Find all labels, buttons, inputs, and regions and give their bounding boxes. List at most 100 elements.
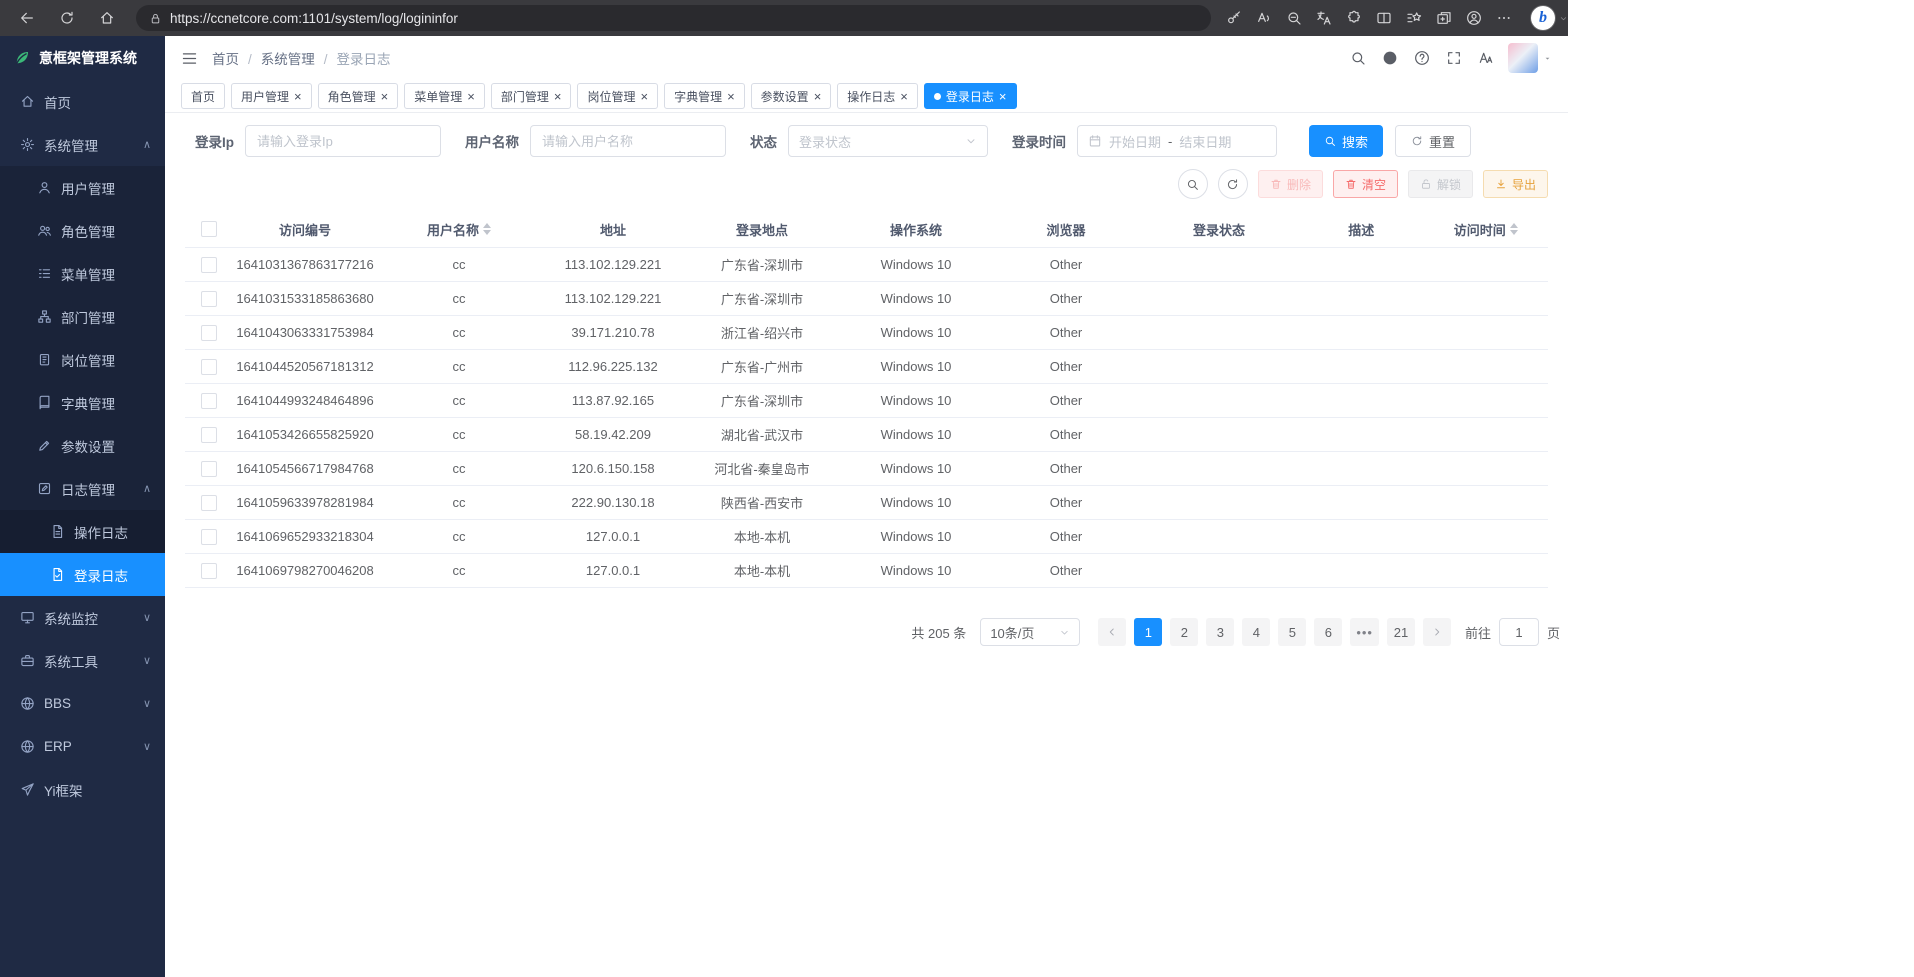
row-checkbox[interactable]: [201, 257, 217, 273]
page-button[interactable]: 1: [1134, 618, 1162, 646]
avatar-caret-icon[interactable]: [1543, 54, 1552, 63]
lock-icon[interactable]: [149, 12, 162, 25]
column-header[interactable]: 浏览器: [993, 211, 1139, 248]
address-bar[interactable]: https://ccnetcore.com:1101/system/log/lo…: [136, 5, 1211, 31]
table-row[interactable]: 1641059633978281984 cc 222.90.130.18 陕西省…: [185, 486, 1548, 520]
search-button[interactable]: 搜索: [1309, 125, 1383, 157]
browser-action-icon[interactable]: [1309, 4, 1339, 32]
user-avatar[interactable]: [1508, 43, 1538, 73]
browser-action-icon[interactable]: [1429, 4, 1459, 32]
page-button[interactable]: 6: [1314, 618, 1342, 646]
close-icon[interactable]: [640, 90, 648, 103]
sidebar-item[interactable]: 系统管理: [0, 123, 165, 166]
browser-action-icon[interactable]: [1369, 4, 1399, 32]
table-row[interactable]: 1641031533185863680 cc 113.102.129.221 广…: [185, 282, 1548, 316]
sidebar-item[interactable]: 日志管理: [0, 467, 165, 510]
date-range-picker[interactable]: 开始日期 - 结束日期: [1077, 125, 1277, 157]
chevron-down-icon[interactable]: [1559, 14, 1568, 23]
sidebar-item[interactable]: Yi框架: [0, 768, 165, 811]
page-button[interactable]: •••: [1350, 618, 1379, 646]
close-icon[interactable]: [381, 90, 389, 103]
page-button[interactable]: 4: [1242, 618, 1270, 646]
tab[interactable]: 部门管理: [491, 83, 572, 109]
page-button[interactable]: 21: [1387, 618, 1415, 646]
column-header[interactable]: 描述: [1299, 211, 1424, 248]
tab[interactable]: 参数设置: [751, 83, 832, 109]
sidebar-item[interactable]: 首页: [0, 80, 165, 123]
sidebar-item[interactable]: ERP: [0, 725, 165, 768]
tab[interactable]: 用户管理: [231, 83, 312, 109]
table-refresh-icon[interactable]: [1218, 169, 1248, 199]
tab[interactable]: 操作日志: [837, 83, 918, 109]
select-all-checkbox[interactable]: [201, 221, 217, 237]
table-row[interactable]: 1641069652933218304 cc 127.0.0.1 本地-本机 W…: [185, 520, 1548, 554]
close-icon[interactable]: [999, 90, 1007, 103]
page-button[interactable]: 2: [1170, 618, 1198, 646]
sidebar-item[interactable]: 角色管理: [0, 209, 165, 252]
navbar-action-icon[interactable]: [1471, 43, 1500, 73]
sort-carets-icon[interactable]: [483, 223, 491, 235]
browser-action-icon[interactable]: [1489, 4, 1519, 32]
column-header[interactable]: 地址: [541, 211, 685, 248]
row-checkbox[interactable]: [201, 291, 217, 307]
breadcrumb-item[interactable]: 系统管理: [261, 48, 337, 68]
tab[interactable]: 登录日志: [924, 83, 1017, 109]
table-row[interactable]: 1641044993248464896 cc 113.87.92.165 广东省…: [185, 384, 1548, 418]
row-checkbox[interactable]: [201, 495, 217, 511]
browser-action-icon[interactable]: [1249, 4, 1279, 32]
sidebar-item[interactable]: 部门管理: [0, 295, 165, 338]
sidebar-item[interactable]: 操作日志: [0, 510, 165, 553]
row-checkbox[interactable]: [201, 529, 217, 545]
row-checkbox[interactable]: [201, 325, 217, 341]
tab[interactable]: 首页: [181, 83, 225, 109]
sidebar-item[interactable]: 用户管理: [0, 166, 165, 209]
login-ip-input[interactable]: [245, 125, 441, 157]
table-row[interactable]: 1641031367863177216 cc 113.102.129.221 广…: [185, 248, 1548, 282]
row-checkbox[interactable]: [201, 359, 217, 375]
sidebar-item[interactable]: 参数设置: [0, 424, 165, 467]
row-checkbox[interactable]: [201, 427, 217, 443]
column-header[interactable]: 登录状态: [1139, 211, 1299, 248]
collapse-sidebar-icon[interactable]: [181, 50, 198, 67]
goto-page-input[interactable]: [1499, 618, 1539, 646]
sidebar-item[interactable]: 登录日志: [0, 553, 165, 596]
navbar-action-icon[interactable]: [1439, 43, 1468, 73]
page-size-select[interactable]: 10条/页: [980, 618, 1080, 646]
navbar-action-icon[interactable]: [1375, 43, 1404, 73]
close-icon[interactable]: [467, 90, 475, 103]
user-name-input[interactable]: [530, 125, 726, 157]
column-header[interactable]: 登录地点: [685, 211, 839, 248]
close-icon[interactable]: [727, 90, 735, 103]
sidebar-item[interactable]: BBS: [0, 682, 165, 725]
column-header[interactable]: 操作系统: [839, 211, 993, 248]
sidebar-item[interactable]: 系统监控: [0, 596, 165, 639]
sidebar-item[interactable]: 系统工具: [0, 639, 165, 682]
browser-nav-icon[interactable]: [12, 4, 42, 32]
table-row[interactable]: 1641043063331753984 cc 39.171.210.78 浙江省…: [185, 316, 1548, 350]
bing-copilot-button[interactable]: b: [1531, 6, 1555, 30]
tab[interactable]: 角色管理: [318, 83, 399, 109]
browser-action-icon[interactable]: [1279, 4, 1309, 32]
sidebar-item[interactable]: 字典管理: [0, 381, 165, 424]
page-button[interactable]: 5: [1278, 618, 1306, 646]
browser-nav-icon[interactable]: [52, 4, 82, 32]
tab[interactable]: 岗位管理: [577, 83, 658, 109]
column-header[interactable]: 用户名称: [377, 211, 541, 248]
browser-action-icon[interactable]: [1219, 4, 1249, 32]
row-checkbox[interactable]: [201, 393, 217, 409]
toolbar-button[interactable]: 解锁: [1408, 170, 1473, 198]
browser-action-icon[interactable]: [1399, 4, 1429, 32]
browser-action-icon[interactable]: [1459, 4, 1489, 32]
toolbar-button[interactable]: 导出: [1483, 170, 1548, 198]
close-icon[interactable]: [554, 90, 562, 103]
breadcrumb-item[interactable]: 首页: [212, 48, 261, 68]
sidebar-item[interactable]: 菜单管理: [0, 252, 165, 295]
close-icon[interactable]: [814, 90, 822, 103]
close-icon[interactable]: [294, 90, 302, 103]
row-checkbox[interactable]: [201, 563, 217, 579]
browser-nav-icon[interactable]: [92, 4, 122, 32]
sort-carets-icon[interactable]: [1510, 223, 1518, 235]
toolbar-button[interactable]: 清空: [1333, 170, 1398, 198]
table-row[interactable]: 1641044520567181312 cc 112.96.225.132 广东…: [185, 350, 1548, 384]
navbar-action-icon[interactable]: [1343, 43, 1372, 73]
